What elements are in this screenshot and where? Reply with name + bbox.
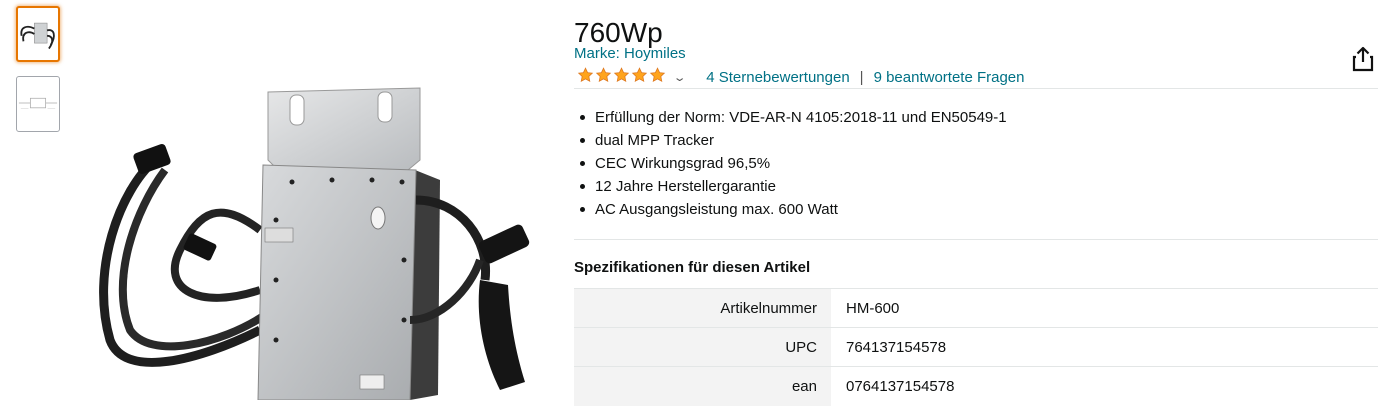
spec-key: Artikelnummer [574, 288, 831, 328]
thumbnail-2[interactable] [16, 76, 60, 132]
inverter-illustration [99, 87, 530, 400]
product-title-cut-line [574, 0, 582, 10]
star-icon [577, 67, 594, 82]
share-button[interactable] [1351, 46, 1375, 72]
answered-questions-link[interactable]: 9 beantwortete Fragen [874, 69, 1025, 86]
table-row: UPC 764137154578 [574, 327, 1378, 367]
rating-row: ⌄ 4 Sternebewertungen | 9 beantwortete F… [577, 67, 1025, 87]
chevron-down-icon[interactable]: ⌄ [673, 71, 687, 84]
specs-table: Artikelnummer HM-600 UPC 764137154578 ea… [574, 288, 1378, 406]
star-rating[interactable] [577, 67, 667, 87]
feature-bullet: 12 Jahre Herstellergarantie [574, 175, 1007, 198]
star-icon [613, 67, 630, 82]
share-icon [1352, 46, 1374, 72]
specs-heading: Spezifikationen für diesen Artikel [574, 259, 811, 276]
feature-bullet: dual MPP Tracker [574, 129, 1007, 152]
ratings-count-link[interactable]: 4 Sternebewertungen [706, 69, 849, 86]
feature-bullets: Erfüllung der Norm: VDE-AR-N 4105:2018-1… [574, 106, 1007, 221]
separator: | [859, 68, 864, 86]
spec-key: UPC [574, 327, 831, 367]
thumbnail-inverter-image [20, 22, 55, 50]
product-title-visible-line: 760Wp [574, 17, 663, 48]
star-icon [649, 67, 666, 82]
thumbnail-diagram-image [18, 97, 58, 110]
star-icon [595, 67, 612, 82]
feature-bullet: CEC Wirkungsgrad 96,5% [574, 152, 1007, 175]
feature-bullet: AC Ausgangsleistung max. 600 Watt [574, 198, 1007, 221]
main-product-image[interactable] [80, 60, 560, 400]
thumbnail-1[interactable] [16, 6, 60, 62]
divider [574, 239, 1378, 240]
divider [574, 88, 1378, 89]
table-row: Artikelnummer HM-600 [574, 288, 1378, 328]
spec-value: 764137154578 [846, 338, 947, 356]
brand-link[interactable]: Marke: Hoymiles [574, 45, 686, 62]
spec-value: HM-600 [846, 299, 900, 317]
star-icon [631, 67, 648, 82]
feature-bullet: Erfüllung der Norm: VDE-AR-N 4105:2018-1… [574, 106, 1007, 129]
